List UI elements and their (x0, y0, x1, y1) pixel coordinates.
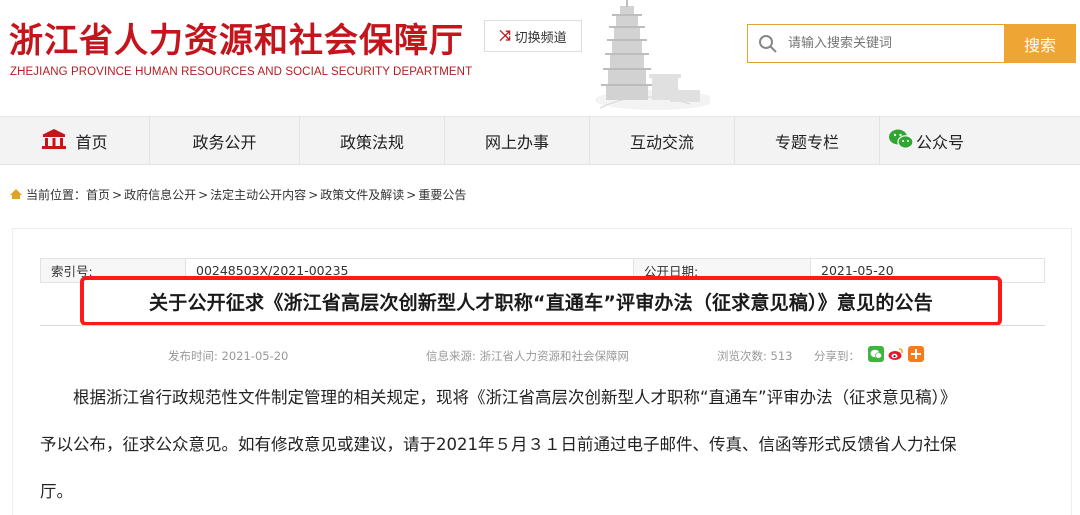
wechat-share-icon[interactable] (868, 346, 884, 362)
publish-time: 发布时间: 2021-05-20 (168, 349, 289, 363)
more-share-icon[interactable] (908, 346, 924, 362)
breadcrumb-separator: > (198, 187, 209, 202)
site-subtitle: ZHEJIANG PROVINCE HUMAN RESOURCES AND SO… (10, 66, 473, 78)
nav-item-policies[interactable]: 政策法规 (300, 117, 445, 164)
title-divider (40, 325, 1045, 326)
nav-label-online-services: 网上办事 (484, 132, 549, 152)
share-icons (868, 346, 924, 362)
breadcrumb-prefix: 当前位置： (26, 188, 87, 202)
search-button[interactable]: 搜索 (1004, 24, 1076, 63)
site-title[interactable]: 浙江省人力资源和社会保障厅 (9, 13, 464, 62)
nav-item-home[interactable]: 首页 (0, 117, 150, 164)
home-icon (41, 128, 67, 154)
article-paragraph-line-3: 厅。 (40, 482, 73, 501)
shuffle-icon: ⤨ (499, 28, 511, 44)
pagoda-illustration (595, 0, 710, 110)
breadcrumb-item-home[interactable]: 首页 (86, 186, 110, 203)
article-title: 关于公开征求《浙江省高层次创新型人才职称“直通车”评审办法（征求意见稿）》意见的… (149, 291, 933, 314)
location-icon (10, 188, 22, 202)
nav-label-interaction: 互动交流 (629, 132, 694, 152)
share-label: 分享到： (814, 349, 860, 363)
breadcrumb-separator: > (308, 187, 319, 202)
breadcrumb-item-announcements[interactable]: 重要公告 (418, 186, 466, 203)
weibo-share-icon[interactable] (888, 346, 904, 362)
site-header: 浙江省人力资源和社会保障厅 ZHEJIANG PROVINCE HUMAN RE… (0, 0, 1080, 116)
breadcrumb-item-gov-info[interactable]: 政府信息公开 (124, 186, 196, 203)
nav-label-policies: 政策法规 (339, 132, 404, 152)
breadcrumb: 当前位置： 首页 > 政府信息公开 > 法定主动公开内容 > 政策文件及解读 >… (10, 186, 466, 203)
nav-item-online-services[interactable]: 网上办事 (445, 117, 590, 164)
nav-label-home: 首页 (75, 132, 108, 152)
article-paragraph-line-2: 予以公布，征求公众意见。如有修改意见或建议，请于2021年５月３１日前通过电子邮… (40, 435, 957, 454)
nav-item-interaction[interactable]: 互动交流 (590, 117, 735, 164)
breadcrumb-separator: > (112, 187, 123, 202)
nav-label-government-affairs: 政务公开 (192, 132, 257, 152)
nav-item-topics[interactable]: 专题专栏 (735, 117, 880, 164)
nav-item-government-affairs[interactable]: 政务公开 (150, 117, 300, 164)
search-icon (748, 24, 788, 63)
view-count: 浏览次数: 513 (717, 349, 793, 363)
nav-label-topics: 专题专栏 (774, 132, 839, 152)
breadcrumb-item-statutory[interactable]: 法定主动公开内容 (210, 186, 306, 203)
breadcrumb-separator: > (406, 187, 417, 202)
search-input[interactable] (788, 28, 988, 59)
nav-item-official-account[interactable]: 公众号 (880, 117, 1080, 164)
wechat-icon (888, 128, 914, 154)
info-source: 信息来源: 浙江省人力资源和社会保障网 (426, 349, 630, 363)
nav-label-official-account: 公众号 (916, 132, 965, 152)
breadcrumb-item-policy-docs[interactable]: 政策文件及解读 (320, 186, 404, 203)
title-highlight-box: 关于公开征求《浙江省高层次创新型人才职称“直通车”评审办法（征求意见稿）》意见的… (80, 276, 1002, 326)
main-nav: 首页 政务公开 政策法规 网上办事 互动交流 专题专栏 公众号 (0, 116, 1080, 165)
search-box (747, 24, 1004, 63)
article-paragraph-line-1: 根据浙江省行政规范性文件制定管理的相关规定，现将《浙江省高层次创新型人才职称“直… (73, 388, 957, 407)
